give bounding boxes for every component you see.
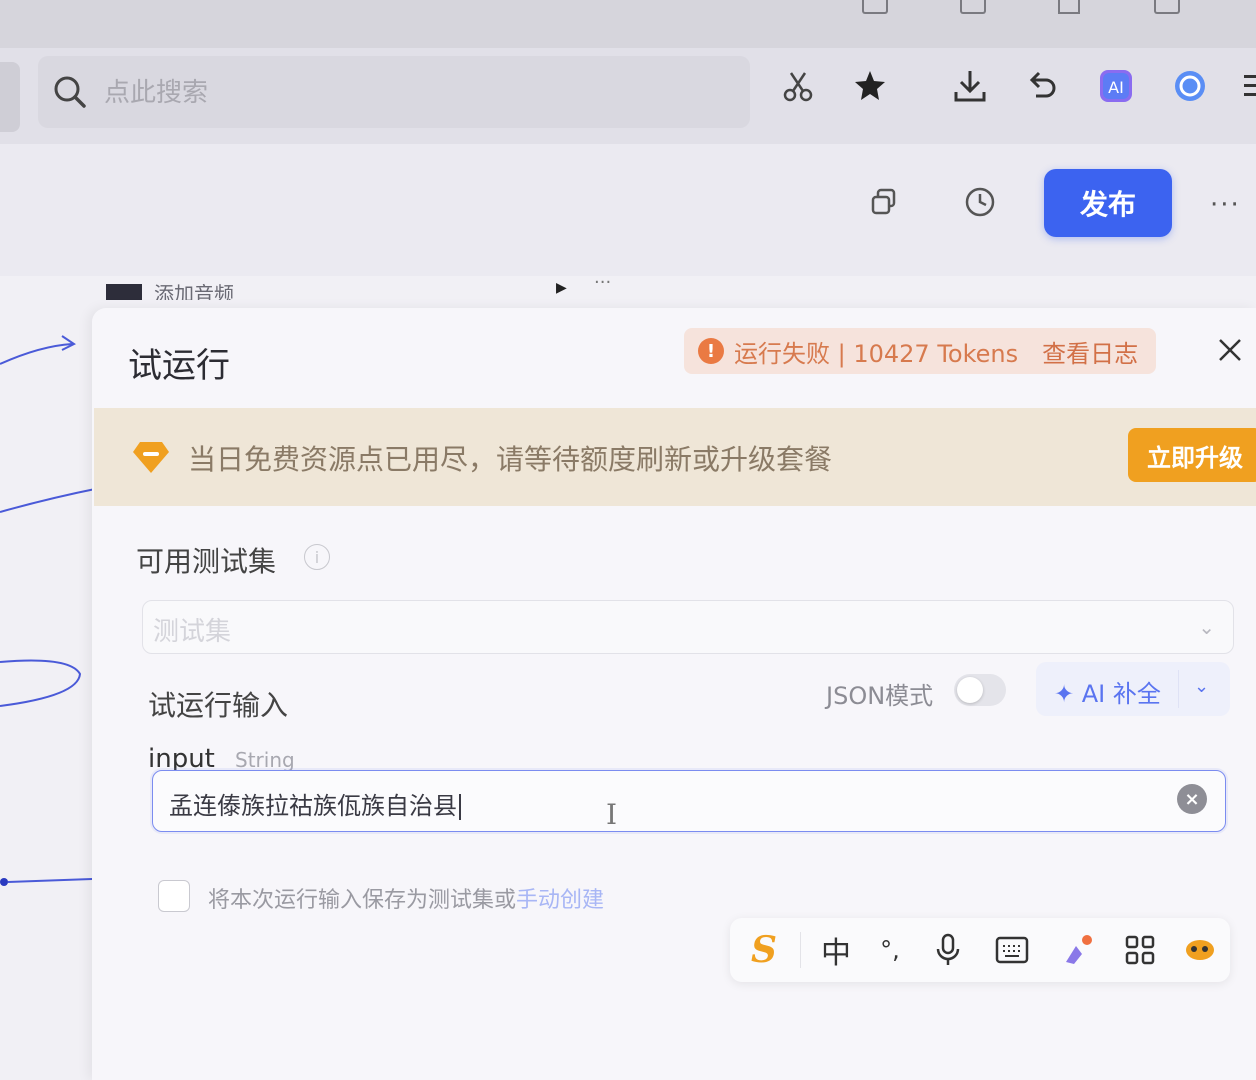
quota-warning-banner: 当日免费资源点已用尽，请等待额度刷新或升级套餐 立即升级 [94, 408, 1256, 506]
extension-sphere-icon[interactable] [1170, 66, 1210, 106]
panel-title: 试运行 [128, 346, 230, 386]
ime-toolbar: S 中 °, [730, 918, 1230, 982]
input-value: 孟连傣族拉祜族佤族自治县 [169, 792, 457, 820]
field-type: String [235, 748, 295, 772]
side-tab[interactable] [0, 62, 20, 132]
text-caret [459, 794, 461, 820]
window-restore-icon[interactable] [862, 0, 888, 14]
save-testset-text: 将本次运行输入保存为测试集或 [208, 888, 517, 913]
json-mode-toggle[interactable] [954, 674, 1006, 706]
testset-select[interactable]: 测试集 ⌄ [142, 600, 1234, 654]
chinese-mode-icon[interactable]: 中 [816, 930, 856, 971]
manual-create-link[interactable]: 手动创建 [516, 888, 604, 913]
view-log-link[interactable]: 查看日志 [1042, 334, 1138, 369]
testset-placeholder: 测试集 [153, 617, 232, 647]
download-icon[interactable] [950, 66, 990, 106]
more-options-icon[interactable]: ··· [1210, 190, 1241, 220]
ai-assistant-icon[interactable]: AI [1096, 66, 1136, 106]
testset-label: 可用测试集 [136, 545, 277, 578]
run-status-text: 运行失败 | 10427 Tokens [734, 339, 1019, 368]
close-icon[interactable] [1210, 330, 1250, 370]
svg-text:AI: AI [1108, 78, 1124, 97]
toolbox-icon[interactable] [1180, 930, 1220, 970]
play-icon[interactable]: ▶ [556, 280, 567, 296]
canvas-node[interactable]: 添加音频 ▶ ··· [100, 278, 640, 300]
window-maximize-icon[interactable] [1154, 0, 1180, 14]
search-icon [52, 74, 88, 114]
toggle-knob [957, 677, 983, 703]
window-square-icon[interactable] [960, 0, 986, 14]
keyboard-icon[interactable] [992, 930, 1032, 970]
bookmark-star-icon[interactable] [850, 66, 890, 106]
quota-warning-text: 当日免费资源点已用尽，请等待额度刷新或升级套餐 [188, 443, 833, 476]
node-more-icon[interactable]: ··· [594, 278, 611, 293]
node-thumbnail [106, 284, 142, 300]
skin-icon[interactable] [1058, 930, 1098, 970]
diamond-icon [132, 440, 170, 478]
button-divider [1178, 670, 1179, 708]
search-box[interactable] [38, 56, 750, 128]
node-label: 添加音频 [154, 282, 234, 300]
mouse-ibeam-cursor: I [606, 798, 618, 831]
input-field[interactable]: 孟连傣族拉祜族佤族自治县 × [152, 770, 1226, 832]
menu-icon[interactable] [1238, 66, 1256, 106]
upgrade-button[interactable]: 立即升级 [1128, 428, 1256, 482]
copy-icon[interactable] [864, 182, 904, 222]
ime-divider [800, 932, 801, 968]
chevron-down-icon: ⌄ [1198, 615, 1215, 639]
punctuation-icon[interactable]: °, [870, 930, 910, 970]
search-input[interactable] [102, 74, 706, 112]
sparkle-icon: ✦ [1054, 680, 1082, 708]
microphone-icon[interactable] [928, 930, 968, 970]
sogou-logo-icon[interactable]: S [744, 929, 784, 971]
ai-complete-button[interactable]: ✦ AI 补全 ⌄ [1036, 662, 1230, 716]
ai-options-chevron-icon[interactable]: ⌄ [1194, 676, 1209, 697]
history-icon[interactable] [960, 182, 1000, 222]
info-icon[interactable]: i [304, 544, 330, 570]
clear-input-icon[interactable]: × [1177, 784, 1207, 814]
scissors-icon[interactable] [778, 66, 818, 106]
window-titlebar [0, 0, 1256, 48]
publish-button[interactable]: 发布 [1044, 169, 1172, 237]
save-testset-checkbox[interactable] [158, 880, 190, 912]
error-icon: ! [698, 338, 724, 364]
ai-complete-label: AI 补全 [1081, 680, 1161, 708]
grid-apps-icon[interactable] [1120, 930, 1160, 970]
run-input-label: 试运行输入 [148, 689, 289, 722]
run-status-badge: ! 运行失败 | 10427 Tokens 查看日志 [684, 328, 1157, 374]
json-mode-label: JSON模式 [826, 682, 934, 710]
undo-icon[interactable] [1022, 66, 1062, 106]
window-minimize-icon[interactable] [1058, 0, 1080, 14]
